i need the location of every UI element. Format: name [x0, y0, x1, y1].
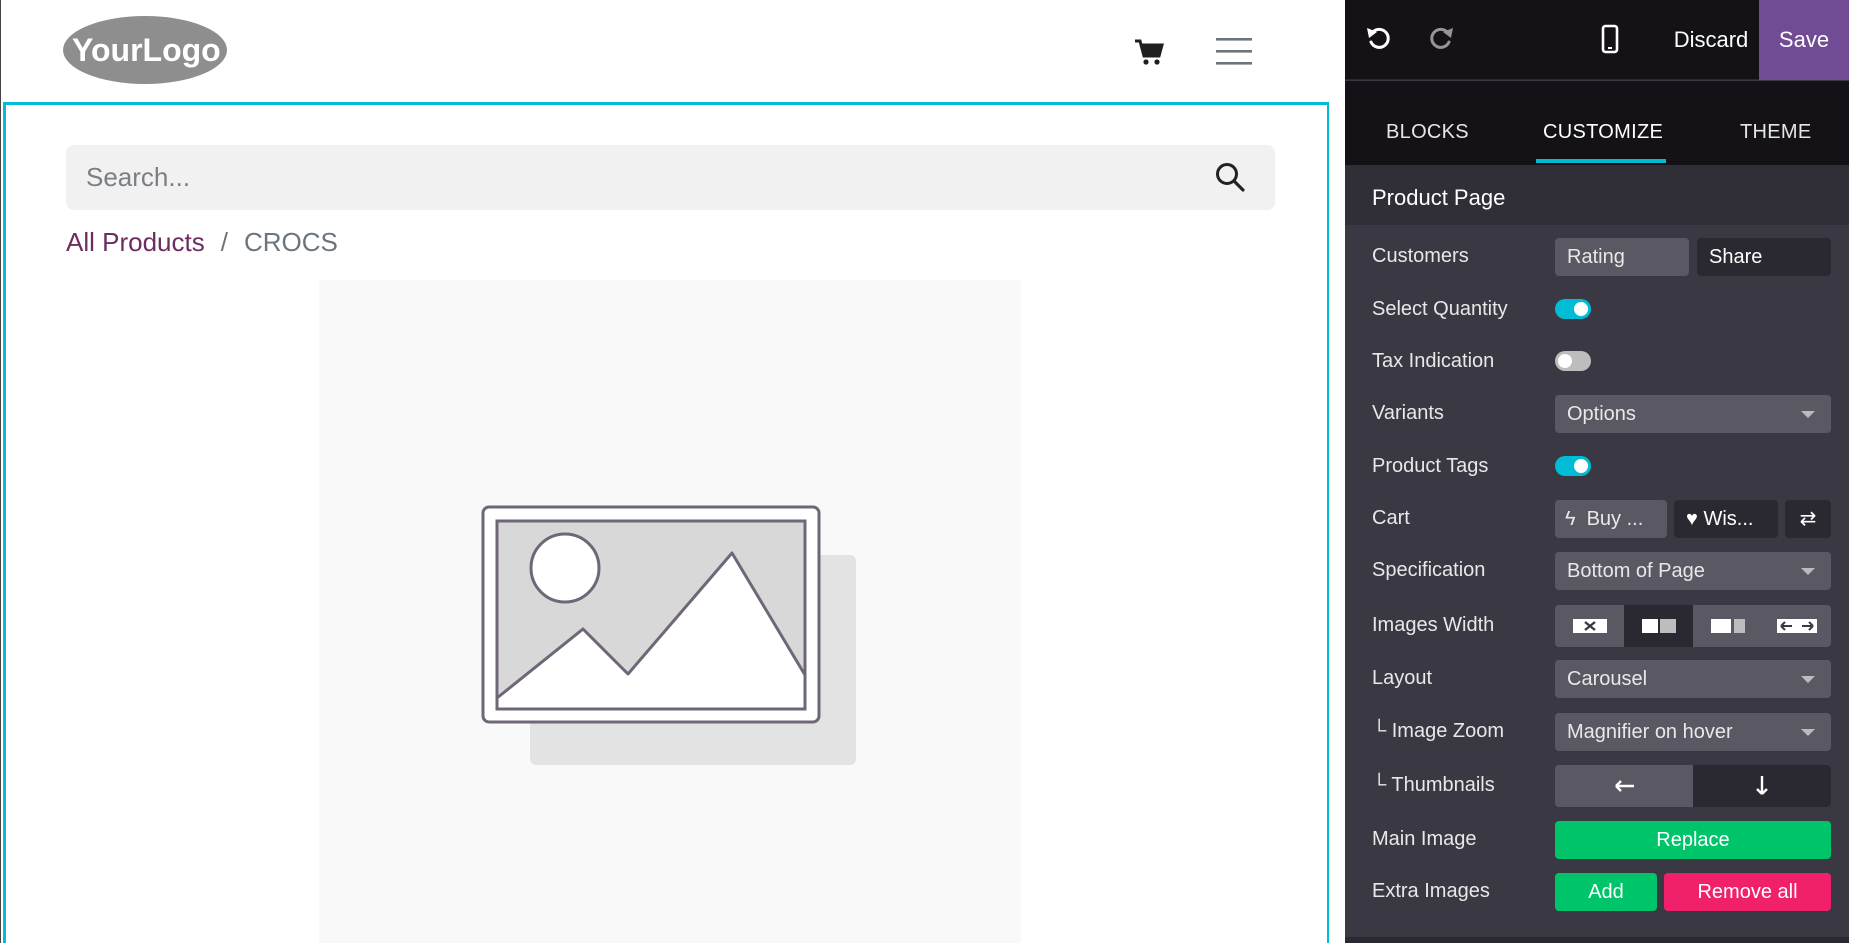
image-zoom-select[interactable]: Magnifier on hover: [1555, 713, 1831, 751]
menu-hamburger-icon[interactable]: [1216, 35, 1252, 67]
arrow-left-icon: [1615, 780, 1634, 792]
switch-knob: [1574, 302, 1588, 316]
switch-knob: [1574, 459, 1588, 473]
website-preview: YourLogo All Products / CROCS: [0, 0, 1329, 943]
customers-share-toggle[interactable]: Share: [1697, 238, 1831, 276]
discard-button[interactable]: Discard: [1656, 0, 1766, 80]
add-extra-images-button[interactable]: Add: [1555, 873, 1657, 911]
images-width-options: [1555, 605, 1831, 647]
product-tags-switch[interactable]: [1555, 456, 1591, 476]
chevron-down-icon: [1801, 676, 1815, 683]
layout-select-value: Carousel: [1567, 668, 1648, 690]
redo-icon[interactable]: [1427, 24, 1455, 52]
image-width-large-icon: [1710, 619, 1745, 633]
section-title: Product Page: [1372, 185, 1506, 210]
thumbnails-bottom-button[interactable]: [1693, 765, 1831, 807]
remove-all-extra-images-button[interactable]: Remove all: [1664, 873, 1831, 911]
variants-label: Variants: [1372, 402, 1444, 424]
images-width-none-button[interactable]: [1555, 605, 1624, 647]
tab-blocks[interactable]: BLOCKS: [1386, 121, 1469, 144]
heart-icon: ♥: [1686, 508, 1698, 530]
customers-rating-toggle[interactable]: Rating: [1555, 238, 1689, 276]
chevron-down-icon: [1801, 411, 1815, 418]
panel-bottom-edge: [1345, 937, 1849, 943]
image-placeholder-icon: [481, 505, 856, 765]
breadcrumb: All Products / CROCS: [66, 227, 338, 258]
image-width-half-icon: [1641, 619, 1676, 633]
logo-text: YourLogo: [72, 32, 221, 68]
layout-label: Layout: [1372, 667, 1433, 689]
tab-theme[interactable]: THEME: [1740, 121, 1812, 144]
tax-indication-label: Tax Indication: [1372, 350, 1495, 372]
product-image[interactable]: [319, 280, 1021, 943]
images-width-half-button[interactable]: [1624, 605, 1693, 647]
switch-knob: [1558, 354, 1572, 368]
breadcrumb-current: CROCS: [243, 227, 338, 257]
search-icon[interactable]: [1214, 161, 1246, 193]
cart-wishlist-label: Wis...: [1703, 508, 1754, 530]
replace-main-image-button[interactable]: Replace: [1555, 821, 1831, 859]
chevron-down-icon: [1801, 568, 1815, 575]
specification-select-value: Bottom of Page: [1567, 560, 1705, 582]
mobile-preview-icon[interactable]: [1598, 24, 1622, 54]
image-zoom-label: └ Image Zoom: [1372, 720, 1504, 742]
chevron-down-icon: [1801, 729, 1815, 736]
thumbnails-left-button[interactable]: [1555, 765, 1693, 807]
customers-label: Customers: [1372, 245, 1469, 267]
layout-select[interactable]: Carousel: [1555, 660, 1831, 698]
images-width-label: Images Width: [1372, 614, 1495, 636]
cart-label: Cart: [1372, 507, 1410, 529]
editor-panel: Discard Save BLOCKS CUSTOMIZE THEME Prod…: [1345, 0, 1849, 943]
editor-tabs: BLOCKS CUSTOMIZE THEME: [1345, 81, 1849, 165]
extra-images-label: Extra Images: [1372, 880, 1490, 902]
image-width-full-icon: [1776, 619, 1817, 633]
select-quantity-switch[interactable]: [1555, 299, 1591, 319]
cart-icon[interactable]: [1134, 38, 1164, 66]
image-zoom-select-value: Magnifier on hover: [1567, 721, 1733, 743]
search-input[interactable]: [86, 145, 1186, 210]
variants-select[interactable]: Options: [1555, 395, 1831, 433]
tax-indication-switch[interactable]: [1555, 351, 1591, 371]
tab-customize[interactable]: CUSTOMIZE: [1543, 121, 1663, 144]
thumbnails-position-options: [1555, 765, 1831, 807]
active-tab-indicator: [1536, 159, 1666, 163]
editor-topbar: Discard Save: [1345, 0, 1849, 80]
thumbnails-label: └ Thumbnails: [1372, 774, 1495, 796]
main-image-label: Main Image: [1372, 828, 1477, 850]
select-quantity-label: Select Quantity: [1372, 298, 1508, 320]
cart-buy-now-button[interactable]: ϟ Buy ...: [1555, 500, 1667, 538]
specification-label: Specification: [1372, 559, 1486, 581]
images-width-large-button[interactable]: [1693, 605, 1762, 647]
product-tags-label: Product Tags: [1372, 455, 1489, 477]
editable-main-area[interactable]: All Products / CROCS: [3, 102, 1329, 943]
arrow-down-icon: [1756, 776, 1768, 795]
undo-icon[interactable]: [1365, 24, 1393, 52]
cart-wishlist-button[interactable]: ♥ Wis...: [1674, 500, 1778, 538]
section-header: Product Page: [1345, 165, 1849, 225]
site-header: YourLogo: [1, 0, 1329, 102]
image-width-none-icon: [1572, 619, 1607, 633]
search-bar: [66, 145, 1275, 210]
bolt-icon: ϟ: [1565, 508, 1576, 530]
logo[interactable]: YourLogo: [62, 15, 228, 85]
compare-arrows-icon: ⇄: [1799, 508, 1817, 530]
images-width-full-button[interactable]: [1762, 605, 1831, 647]
specification-select[interactable]: Bottom of Page: [1555, 552, 1831, 590]
save-button[interactable]: Save: [1759, 0, 1849, 80]
cart-buy-now-label: Buy ...: [1586, 508, 1644, 530]
cart-compare-button[interactable]: ⇄: [1785, 500, 1831, 538]
breadcrumb-separator: /: [220, 227, 228, 257]
variants-select-value: Options: [1567, 403, 1636, 425]
breadcrumb-all-products-link[interactable]: All Products: [66, 227, 205, 258]
